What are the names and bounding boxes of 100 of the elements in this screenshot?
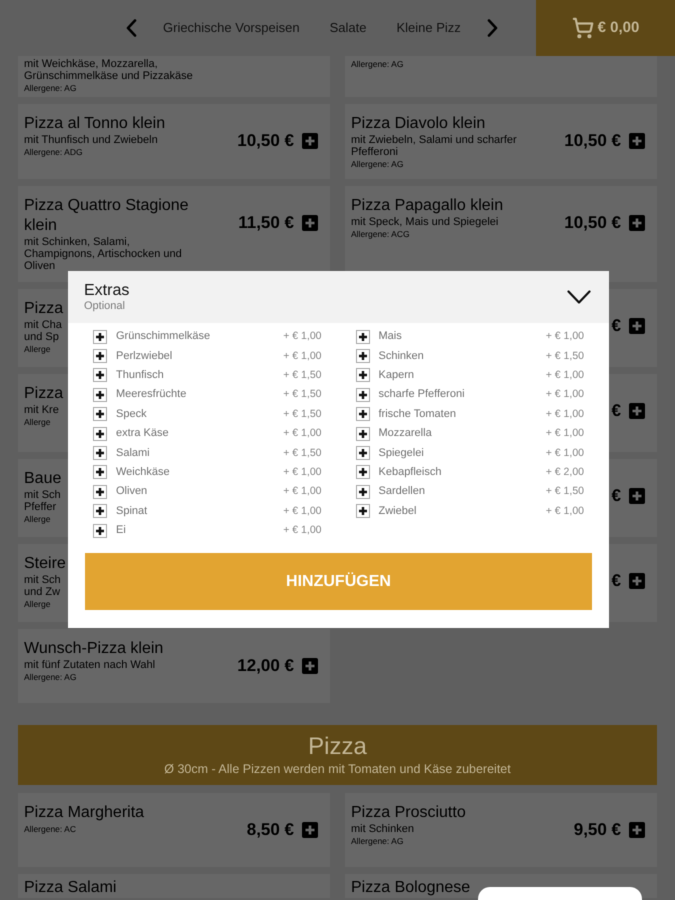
plus-checkbox-icon[interactable]	[356, 484, 370, 499]
plus-checkbox-icon[interactable]	[356, 465, 370, 480]
plus-checkbox-icon[interactable]	[356, 504, 370, 518]
category-tab[interactable]: Griechische Vorspeisen	[163, 20, 300, 36]
dish-description: mit Weichkäse, Mozzarella, Grünschimmelkäse und Pizzakäse	[24, 58, 194, 82]
extra-price: + € 1,00	[546, 408, 584, 421]
extra-price: + € 1,50	[283, 408, 322, 421]
extra-price: + € 1,00	[546, 388, 584, 402]
dialog-subtitle: Optional	[84, 300, 125, 313]
allergen-info: Allergene: AC	[24, 824, 76, 834]
plus-checkbox-icon[interactable]	[356, 388, 370, 402]
dish-description: mit Sch und Zw	[24, 574, 62, 598]
plus-square-icon[interactable]	[629, 822, 645, 838]
plus-square-icon[interactable]	[629, 318, 645, 334]
dish-price: 12,00 €	[237, 656, 294, 676]
dish-description: mit Schinken	[351, 823, 414, 835]
cart-button[interactable]: € 0,00	[536, 0, 675, 56]
allergen-info: Allergene: AG	[351, 59, 404, 69]
plus-checkbox-icon[interactable]	[93, 524, 107, 538]
extra-price: + € 1,00	[546, 504, 584, 518]
plus-square-icon[interactable]	[629, 215, 645, 231]
dish-price: 8,50 €	[246, 820, 294, 840]
plus-checkbox-icon[interactable]	[93, 407, 107, 422]
dialog-title: Extras	[84, 281, 130, 300]
allergen-info: Allerge	[24, 599, 50, 609]
dish-description: mit fünf Zutaten nach Wahl	[24, 659, 156, 671]
dish-description: mit Cha und Sp	[24, 319, 63, 343]
extra-price: + € 1,00	[546, 330, 584, 344]
extra-price: + € 1,00	[283, 350, 322, 363]
dish-name: Pizza Salami	[24, 878, 116, 898]
extra-option-label: Thunfisch	[116, 368, 164, 382]
plus-square-icon[interactable]	[629, 133, 645, 149]
extra-price: + € 1,50	[546, 350, 584, 363]
dish-price: 10,50 €	[564, 131, 621, 151]
extra-option-label: Salami	[116, 446, 150, 460]
dish-name: Pizza	[24, 299, 64, 319]
extra-option-label: Meeresfrüchte	[116, 388, 186, 402]
extra-option-label: Mozzarella	[378, 427, 432, 440]
plus-checkbox-icon[interactable]	[356, 349, 370, 364]
dish-price: 11,50 €	[238, 213, 294, 233]
extra-option-label: extra Käse	[116, 427, 169, 440]
plus-square-icon[interactable]	[302, 215, 318, 231]
extra-option-label: scharfe Pfefferoni	[378, 388, 465, 402]
dish-name: Pizza Diavolo klein	[351, 114, 486, 134]
extra-option-label: frische Tomaten	[378, 408, 456, 421]
plus-checkbox-icon[interactable]	[93, 484, 107, 499]
plus-checkbox-icon[interactable]	[356, 446, 370, 460]
cart-icon	[572, 17, 594, 39]
plus-square-icon[interactable]	[302, 133, 318, 149]
plus-checkbox-icon[interactable]	[93, 349, 107, 364]
dish-name: Pizza Margherita	[24, 803, 144, 823]
extra-price: + € 1,00	[283, 330, 322, 344]
dish-name: Pizza	[24, 384, 64, 404]
plus-checkbox-icon[interactable]	[356, 330, 370, 344]
allergen-info: Allergene: AG	[351, 836, 404, 846]
extra-price: + € 1,50	[283, 388, 322, 402]
plus-checkbox-icon[interactable]	[356, 426, 370, 441]
plus-checkbox-icon[interactable]	[93, 368, 107, 382]
dish-description: mit Kre	[24, 404, 59, 416]
plus-checkbox-icon[interactable]	[93, 465, 107, 480]
dish-price: 10,50 €	[237, 131, 294, 151]
plus-checkbox-icon[interactable]	[93, 446, 107, 460]
chevron-right-icon[interactable]	[486, 19, 498, 37]
category-tab[interactable]: Kleine Pizz	[396, 20, 461, 36]
dish-name: Steire	[24, 554, 66, 574]
plus-square-icon[interactable]	[302, 658, 318, 674]
dish-price: 9,50 €	[574, 820, 621, 840]
add-button[interactable]: HINZUFÜGEN	[85, 553, 592, 610]
extra-option-label: Schinken	[378, 350, 424, 363]
plus-checkbox-icon[interactable]	[356, 407, 370, 422]
plus-checkbox-icon[interactable]	[93, 388, 107, 402]
dish-name: Pizza Prosciutto	[351, 803, 466, 823]
category-tab[interactable]: Salate	[330, 20, 366, 36]
chevron-left-icon[interactable]	[126, 19, 137, 37]
allergen-info: Allergene: ACG	[351, 229, 410, 239]
plus-checkbox-icon[interactable]	[93, 426, 107, 441]
dish-description: mit Schinken, Salami, Champignons, Artischocken und Oliven	[24, 236, 183, 272]
extra-price: + € 1,00	[283, 427, 322, 440]
allergen-info: Allergene: AG	[351, 159, 404, 169]
extra-price: + € 1,50	[546, 485, 584, 498]
plus-checkbox-icon[interactable]	[93, 504, 107, 518]
plus-square-icon[interactable]	[629, 488, 645, 504]
plus-square-icon[interactable]	[629, 403, 645, 419]
extra-option-label: Speck	[116, 408, 147, 421]
dish-price: €	[612, 401, 621, 421]
allergen-info: Allergene: ADG	[24, 147, 83, 157]
chevron-down-icon[interactable]	[567, 290, 591, 304]
section-subtitle: Ø 30cm - Alle Pizzen werden mit Tomaten und Käse zubereitet	[164, 761, 511, 777]
plus-square-icon[interactable]	[302, 822, 318, 838]
extra-price: + € 1,00	[546, 446, 584, 460]
extra-price: + € 1,00	[283, 524, 322, 538]
allergen-info: Allergene: AG	[24, 83, 76, 93]
plus-checkbox-icon[interactable]	[93, 330, 107, 344]
dish-price: €	[612, 486, 621, 506]
extra-price: + € 1,00	[546, 427, 584, 440]
extra-option-label: Sardellen	[378, 485, 425, 498]
plus-checkbox-icon[interactable]	[356, 368, 370, 382]
dish-name: Pizza Bolognese	[351, 878, 470, 898]
plus-square-icon[interactable]	[629, 573, 645, 589]
dish-description: mit Speck, Mais und Spiegelei	[351, 216, 498, 228]
